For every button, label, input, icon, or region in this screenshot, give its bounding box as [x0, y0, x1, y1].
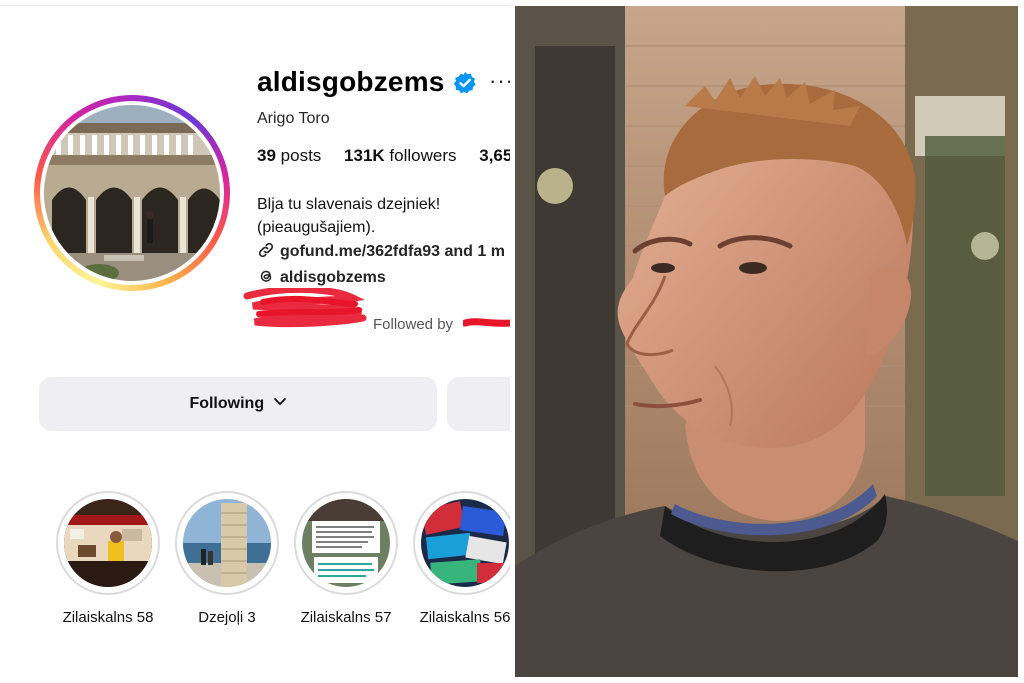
highlight-thumbnail [302, 499, 390, 587]
followers-stat[interactable]: 131K followers [344, 146, 456, 165]
story-highlight[interactable]: Zilaiskalns 56 [413, 491, 510, 626]
highlight-label: Zilaiskalns 57 [300, 609, 392, 626]
profile-avatar[interactable] [34, 95, 230, 291]
highlight-ring [56, 491, 160, 595]
story-highlight[interactable]: Zilaiskalns 57 [294, 491, 398, 626]
following-button[interactable]: Following [39, 377, 437, 431]
instagram-profile-screenshot: aldisgobzems ··· Arigo Toro 39 posts 131… [0, 0, 510, 683]
classroom-image [64, 499, 152, 587]
story-highlight[interactable]: Dzejoļi 3 [175, 491, 279, 626]
highlight-ring [413, 491, 510, 595]
highlight-thumbnail [421, 499, 509, 587]
avatar-photo [44, 105, 220, 281]
portrait-photo [515, 6, 1018, 677]
threads-handle: aldisgobzems [280, 269, 386, 286]
posts-count: 39 [257, 146, 276, 165]
verified-badge-icon [453, 72, 476, 94]
link-icon [258, 242, 274, 258]
posts-stat: 39 posts [257, 146, 321, 165]
man-portrait-image [515, 6, 1018, 677]
profile-link-text: gofund.me/362fdfa93 and 1 m [280, 243, 505, 260]
text-post-image [302, 499, 390, 587]
profile-link[interactable]: gofund.me/362fdfa93 and 1 m [257, 241, 505, 261]
bio-line: Blja tu slavenais dzejniek! [257, 196, 441, 213]
highlight-ring [294, 491, 398, 595]
highlight-label: Dzejoļi 3 [198, 609, 256, 626]
threads-badge[interactable]: aldisgobzems [257, 267, 386, 287]
message-button[interactable] [447, 377, 510, 431]
following-count: 3,657 [479, 146, 510, 165]
profile-username: aldisgobzems [257, 66, 445, 97]
bio-line: (pieaugušajiem). [257, 219, 376, 236]
following-button-label: Following [189, 395, 265, 412]
followers-count: 131K [344, 146, 385, 165]
highlight-thumbnail [64, 499, 152, 587]
profile-stats: 39 posts 131K followers 3,657 [257, 146, 510, 166]
highlight-thumbnail [183, 499, 271, 587]
story-highlight[interactable]: Zilaiskalns 58 [56, 491, 160, 626]
threads-icon [260, 270, 272, 282]
seaside-collage-image [183, 499, 271, 587]
profile-full-name: Arigo Toro [257, 110, 330, 127]
followed-by-label: Followed by [373, 316, 454, 333]
divider [0, 5, 510, 6]
courtyard-arches-image [44, 105, 220, 281]
followers-label: followers [389, 146, 457, 165]
followed-by-row[interactable]: Followed by [243, 288, 510, 343]
chevron-down-icon [273, 398, 286, 406]
following-stat[interactable]: 3,657 [479, 146, 510, 165]
highlight-label: Zilaiskalns 58 [62, 609, 154, 626]
avatar-ring-gap [40, 101, 224, 285]
sticker-collage-image [421, 499, 509, 587]
redaction-bar [463, 318, 510, 327]
profile-bio: Blja tu slavenais dzejniek! (pieaugušaji… [257, 193, 510, 239]
more-options-button[interactable]: ··· [489, 68, 510, 94]
highlight-label: Zilaiskalns 56 [419, 609, 510, 626]
highlight-ring [175, 491, 279, 595]
posts-label: posts [280, 146, 322, 165]
